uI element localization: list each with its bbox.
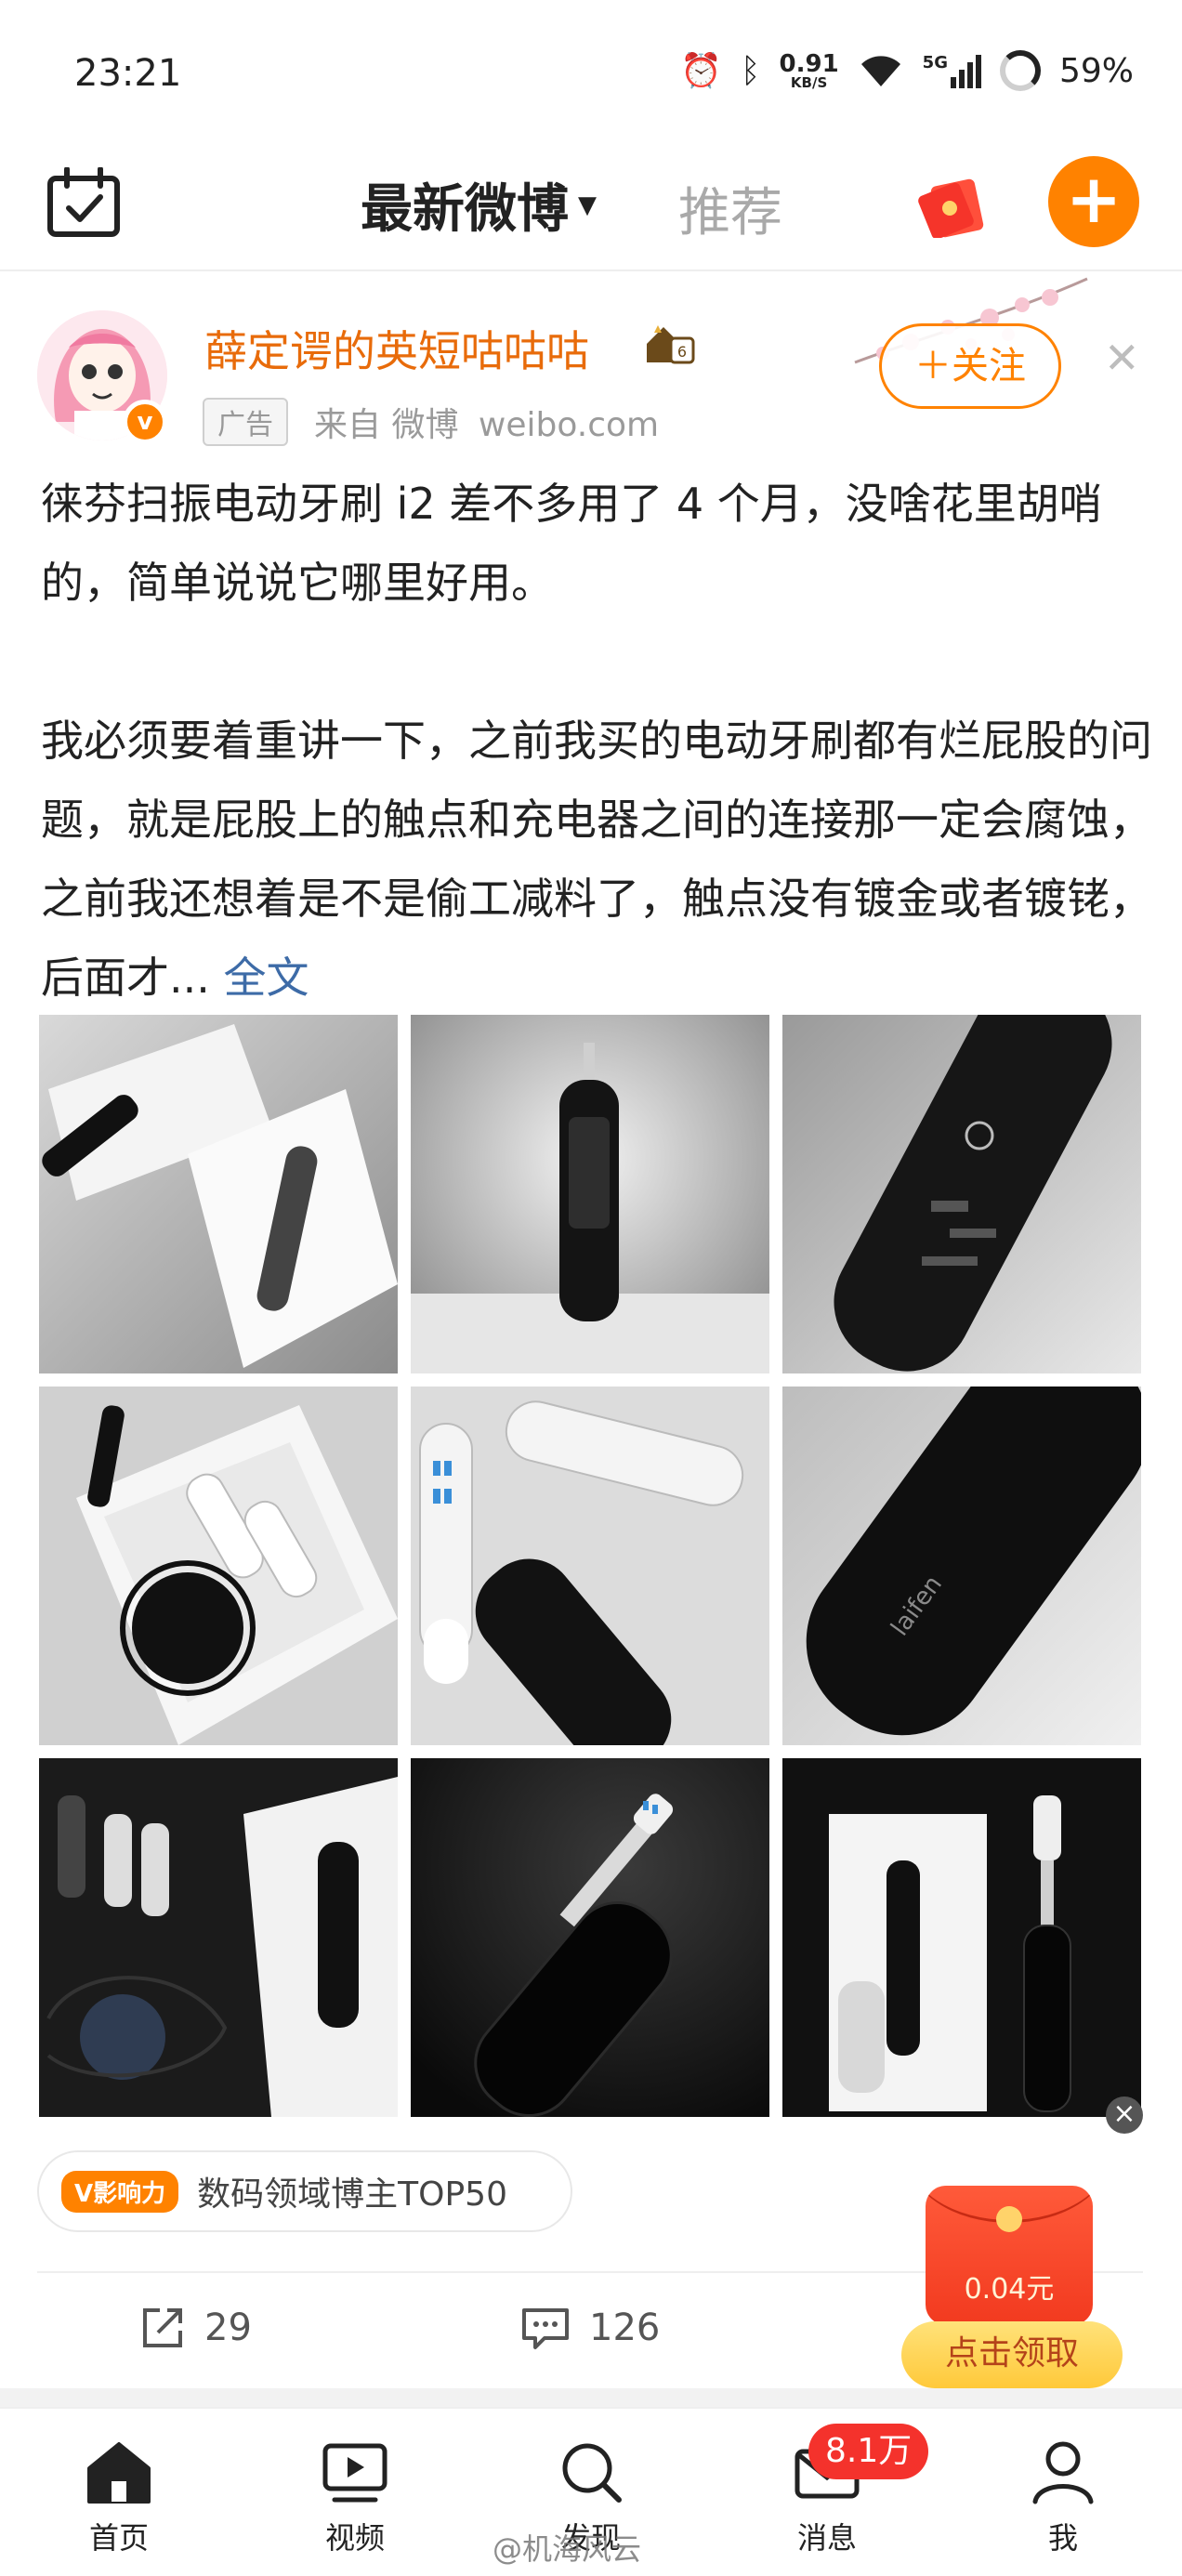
cellular-icon: 5G [923, 53, 981, 88]
post-photo-9[interactable] [782, 1758, 1141, 2117]
red-packet-icon[interactable] [918, 178, 992, 238]
tab-video[interactable]: 视频 [281, 2437, 429, 2557]
tab-recommend[interactable]: 推荐 [678, 171, 782, 246]
toothbrush-box-photo-icon [39, 1015, 398, 1373]
network-speed: 0.91 KB/S [779, 49, 839, 91]
feed-separator [0, 2388, 1182, 2407]
status-bar: 23:21 ⏰ ᛒ 0.91 KB/S 5G 59% [0, 0, 1182, 139]
share-icon [143, 2308, 182, 2347]
author-name[interactable]: 薛定谔的英短咕咕咕 [204, 318, 589, 379]
checkin-calendar-icon[interactable] [46, 167, 121, 238]
post-source: 来自 微博 weibo.com [314, 406, 660, 444]
post-photo-4[interactable] [39, 1387, 398, 1745]
messages-count-badge: 8.1万 [808, 2424, 929, 2479]
claim-red-packet-button[interactable]: 点击领取 [901, 2321, 1123, 2388]
alarm-icon: ⏰ [680, 52, 722, 90]
toothbrush-accessories-photo-icon [39, 1758, 398, 2117]
post-photo-6[interactable]: laifen [782, 1387, 1141, 1745]
post-photo-5[interactable] [411, 1387, 769, 1745]
wifi-icon [860, 56, 900, 86]
post-paragraph-2: 我必须要着重讲一下，之前我买的电动牙刷都有烂屁股的问题，就是屁股上的触点和充电器… [41, 716, 1152, 1003]
battery-percent: 59% [1058, 51, 1134, 90]
toothbrush-standing-photo-icon [411, 1015, 769, 1373]
influence-text: 数码领域博主TOP50 [197, 2175, 507, 2214]
toothbrush-dark-photo-icon [411, 1758, 769, 2117]
toothbrush-kit-photo-icon [39, 1387, 398, 1745]
search-icon [562, 2443, 622, 2503]
watermark: @机海风云 [492, 2531, 642, 2567]
red-packet-seal-icon [996, 2206, 1022, 2232]
top-nav: 最新微博 ▼ 推荐 + [0, 139, 1182, 271]
tab-home[interactable]: 首页 [45, 2437, 193, 2557]
ad-tag: 广告 [203, 398, 288, 446]
dismiss-icon[interactable]: × [1106, 2096, 1143, 2134]
status-icons: ⏰ ᛒ 0.91 KB/S 5G 59% [680, 50, 1134, 91]
tab-latest-weibo[interactable]: 最新微博 ▼ [361, 167, 597, 243]
profile-icon [1032, 2441, 1094, 2504]
post-photo-7[interactable] [39, 1758, 398, 2117]
red-packet-amount: 0.04元 [964, 2273, 1055, 2306]
post-photo-3[interactable] [782, 1015, 1141, 1373]
influence-badge: V影响力 [61, 2170, 179, 2213]
svg-text:6: 6 [677, 343, 687, 361]
tab-me[interactable]: 我 [989, 2437, 1137, 2557]
vip-member-icon: 6 [647, 325, 695, 364]
comment-icon [522, 2308, 569, 2349]
floating-red-packet[interactable]: 0.04元 [926, 2186, 1093, 2325]
post-photo-8[interactable] [411, 1758, 769, 2117]
home-icon [87, 2442, 151, 2504]
toothbrush-logo-photo-icon: laifen [782, 1387, 1141, 1745]
follow-button[interactable]: ＋关注 [879, 323, 1061, 409]
post-paragraph-1: 徕芬扫振电动牙刷 i2 差不多用了 4 个月，没啥花里胡哨的，简单说说它哪里好用… [41, 479, 1102, 608]
compose-post-button[interactable]: + [1048, 156, 1139, 247]
toothbrush-with-box-photo-icon [782, 1758, 1141, 2117]
video-icon [322, 2443, 387, 2503]
comment-button[interactable]: 126 [520, 2305, 660, 2351]
caret-down-icon: ▼ [578, 191, 597, 219]
post-photo-2[interactable] [411, 1015, 769, 1373]
share-count: 29 [204, 2307, 252, 2349]
toothbrush-closeup-photo-icon [782, 1015, 1141, 1373]
post-photo-1[interactable] [39, 1015, 398, 1373]
toothbrush-heads-photo-icon [411, 1387, 769, 1745]
close-icon[interactable]: ✕ [1104, 333, 1140, 383]
post-body: 徕芬扫振电动牙刷 i2 差不多用了 4 个月，没啥花里胡哨的，简单说说它哪里好用… [41, 465, 1156, 1018]
verified-v-icon: v [123, 400, 167, 444]
full-text-link[interactable]: 全文 [224, 953, 309, 1003]
comment-count: 126 [589, 2307, 661, 2349]
influence-badge-chip[interactable]: V影响力 数码领域博主TOP50 [37, 2150, 572, 2232]
bluetooth-icon: ᛒ [740, 51, 761, 90]
status-time: 23:21 [74, 52, 182, 95]
image-grid: laifen [39, 1015, 1141, 2117]
battery-icon [999, 50, 1041, 91]
share-button[interactable]: 29 [139, 2305, 252, 2351]
